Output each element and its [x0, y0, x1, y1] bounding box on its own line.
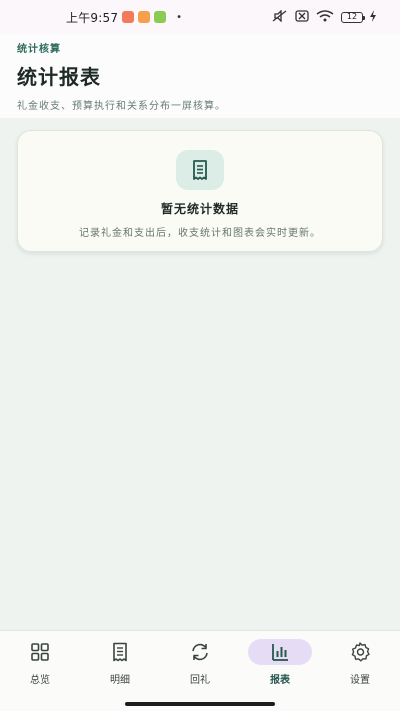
nav-icon-wrap	[168, 639, 232, 665]
section-eyebrow: 统计核算	[17, 44, 61, 55]
nav-label: 报表	[270, 675, 290, 686]
grid-icon	[31, 643, 49, 661]
charging-icon	[370, 9, 376, 25]
status-right: 12	[272, 8, 376, 25]
battery-indicator: 12	[341, 11, 365, 23]
nav-label: 回礼	[190, 675, 210, 686]
nav-item-return-gift[interactable]: 回礼	[167, 639, 233, 711]
bottom-nav: 总览 明细 回礼 报表 设置	[0, 630, 400, 711]
refresh-icon	[192, 643, 208, 661]
nav-label: 设置	[350, 675, 370, 686]
nav-item-settings[interactable]: 设置	[327, 639, 393, 711]
bar-chart-icon	[272, 644, 288, 661]
status-left: 上午9:57 •	[66, 9, 182, 26]
empty-state-icon-tile	[176, 150, 224, 190]
mute-icon	[272, 8, 288, 25]
gear-icon	[351, 642, 370, 662]
nav-label: 明细	[110, 675, 130, 686]
notification-badge-2	[138, 11, 151, 23]
notification-badge-1	[122, 11, 135, 23]
empty-state-card: 暂无统计数据 记录礼金和支出后，收支统计和图表会实时更新。	[17, 130, 383, 252]
empty-state-description: 记录礼金和支出后，收支统计和图表会实时更新。	[79, 228, 321, 239]
screen: 上午9:57 • 12 统计核算 统计报表 礼金收支、预算执行和关系分布一屏核算…	[0, 0, 400, 711]
receipt-icon	[113, 642, 127, 662]
page-subtitle: 礼金收支、预算执行和关系分布一屏核算。	[17, 101, 226, 112]
nav-item-details[interactable]: 明细	[87, 639, 153, 711]
status-bar: 上午9:57 • 12	[0, 0, 400, 34]
nav-icon-wrap-active	[248, 639, 312, 665]
page-header: 统计核算 统计报表 礼金收支、预算执行和关系分布一屏核算。	[0, 34, 400, 118]
status-dot: •	[176, 11, 183, 23]
nav-item-overview[interactable]: 总览	[7, 639, 73, 711]
home-indicator[interactable]	[125, 702, 275, 706]
nav-item-reports[interactable]: 报表	[247, 639, 313, 711]
nav-icon-wrap	[8, 639, 72, 665]
nav-label: 总览	[30, 675, 50, 686]
empty-state-title: 暂无统计数据	[160, 202, 239, 216]
no-sim-icon	[295, 9, 309, 25]
page-title: 统计报表	[17, 65, 101, 89]
nav-icon-wrap	[88, 639, 152, 665]
nav-icon-wrap	[328, 639, 392, 665]
wifi-icon	[316, 9, 334, 25]
status-time: 上午9:57	[66, 10, 119, 25]
notification-badge-3	[154, 11, 167, 23]
receipt-icon	[193, 160, 207, 180]
